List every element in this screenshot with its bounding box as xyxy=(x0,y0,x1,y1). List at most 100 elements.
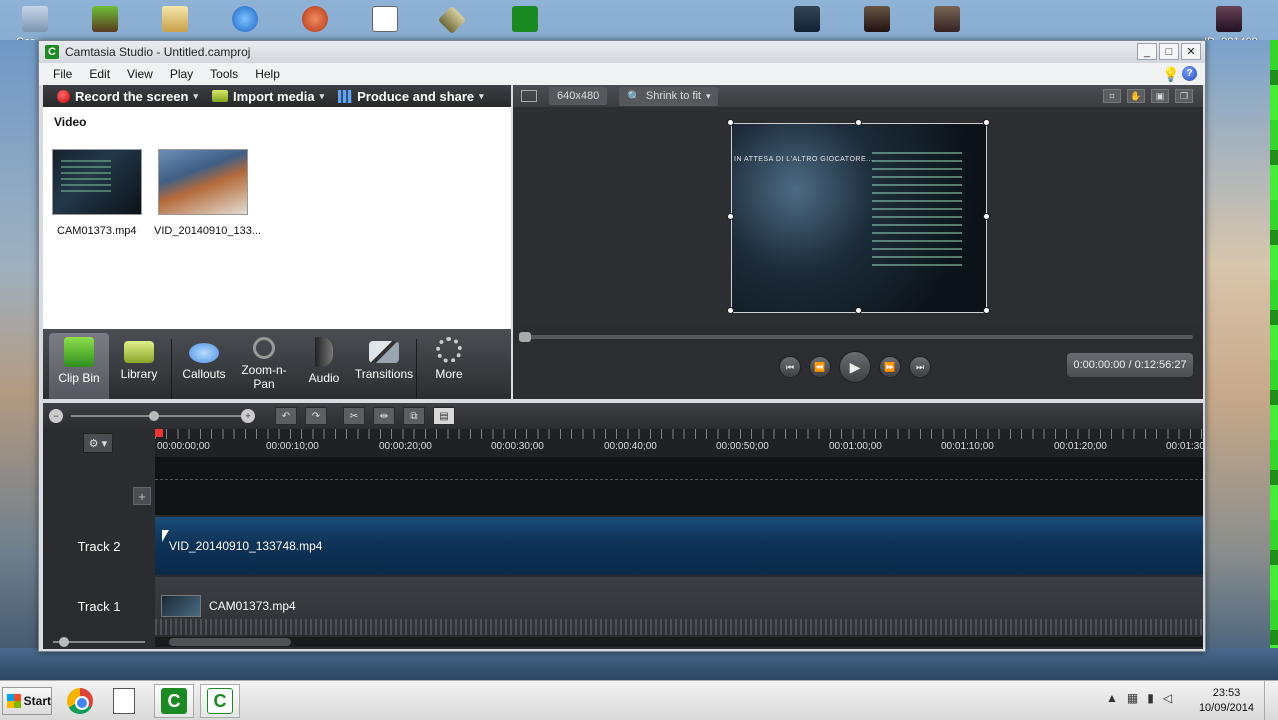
start-button[interactable]: Start xyxy=(2,687,52,715)
title-bar[interactable]: C Camtasia Studio - Untitled.camproj _ □… xyxy=(39,41,1205,63)
minimize-button[interactable]: _ xyxy=(1137,43,1157,60)
tab-more[interactable]: More xyxy=(419,333,479,399)
track-2[interactable]: VID_20140910_133748.mp4 xyxy=(155,517,1203,575)
video-file-icon-4[interactable] xyxy=(1216,6,1242,32)
video-file-icon-1[interactable] xyxy=(794,6,820,32)
lightbulb-icon[interactable]: 💡 xyxy=(1162,66,1179,82)
fullscreen-icon[interactable]: ▣ xyxy=(1151,89,1169,103)
tab-transitions[interactable]: Transitions xyxy=(354,333,414,399)
rewind-icon[interactable]: ⏪ xyxy=(809,356,831,378)
pan-hand-icon[interactable]: ✋ xyxy=(1127,89,1145,103)
preview-toolbar: 640x480 🔍 Shrink to fit ▾ ⌗ ✋ ▣ ❐ xyxy=(513,85,1203,107)
ie-icon[interactable] xyxy=(232,6,258,32)
produce-share-button[interactable]: Produce and share ▾ xyxy=(338,89,484,104)
menu-edit[interactable]: Edit xyxy=(89,67,110,81)
resize-handle-tr[interactable] xyxy=(983,119,990,126)
skip-end-icon[interactable]: ⏭ xyxy=(909,356,931,378)
tab-clip-bin[interactable]: Clip Bin xyxy=(49,333,109,399)
redo-icon[interactable]: ↷ xyxy=(305,407,327,425)
play-icon[interactable]: ▶ xyxy=(839,351,871,383)
preview-scrubber[interactable] xyxy=(519,332,1193,342)
gear-icon[interactable]: ⚙ ▾ xyxy=(83,433,113,453)
track-2-header[interactable]: Track 2 xyxy=(43,517,155,575)
fast-forward-icon[interactable]: ⏩ xyxy=(879,356,901,378)
undo-icon[interactable]: ↶ xyxy=(275,407,297,425)
maximize-button[interactable]: □ xyxy=(1159,43,1179,60)
app-icon[interactable] xyxy=(437,5,467,35)
time-display: 0:00:00:00 / 0:12:56:27 xyxy=(1067,353,1193,377)
taskbar-chrome[interactable] xyxy=(60,684,100,718)
tab-library[interactable]: Library xyxy=(109,333,169,399)
camtasia-desktop-icon[interactable] xyxy=(512,6,538,32)
minecraft-icon[interactable] xyxy=(92,6,118,32)
shrink-to-fit-dropdown[interactable]: 🔍 Shrink to fit ▾ xyxy=(619,86,719,106)
volume-icon[interactable]: ◁ xyxy=(1163,691,1172,705)
menu-help[interactable]: Help xyxy=(255,67,280,81)
track-1[interactable]: CAM01373.mp4 xyxy=(155,577,1203,635)
detach-icon[interactable]: ❐ xyxy=(1175,89,1193,103)
resize-handle-bc[interactable] xyxy=(855,307,862,314)
track-1-header[interactable]: Track 1 xyxy=(43,577,155,635)
document-icon[interactable] xyxy=(372,6,398,32)
tab-zoom-n-pan[interactable]: Zoom-n-Pan xyxy=(234,333,294,399)
resize-handle-tl[interactable] xyxy=(727,119,734,126)
add-track-button[interactable]: + xyxy=(133,487,151,505)
cut-icon[interactable]: ✂ xyxy=(343,407,365,425)
preview-panel: 640x480 🔍 Shrink to fit ▾ ⌗ ✋ ▣ ❐ IN ATT… xyxy=(513,85,1203,399)
menu-bar: File Edit View Play Tools Help 💡 ? xyxy=(39,63,1205,85)
signal-icon[interactable]: ▮ xyxy=(1147,691,1154,705)
menu-file[interactable]: File xyxy=(53,67,72,81)
clip-thumbnail-cam[interactable] xyxy=(52,149,142,215)
zoom-out-icon[interactable]: − xyxy=(49,409,63,423)
produce-label: Produce and share xyxy=(357,88,475,104)
skip-start-icon[interactable]: ⏮ xyxy=(779,356,801,378)
record-screen-button[interactable]: Record the screen ▾ xyxy=(57,89,198,104)
video-preview-frame[interactable]: IN ATTESA DI L'ALTRO GIOCATORE... xyxy=(731,123,987,313)
network-icon[interactable]: ▦ xyxy=(1127,691,1138,705)
taskbar-camtasia-1[interactable]: C xyxy=(154,684,194,718)
resize-handle-ml[interactable] xyxy=(727,213,734,220)
show-desktop-button[interactable] xyxy=(1264,681,1278,720)
tick-label: 00:00:00;00 xyxy=(157,441,210,452)
copy-icon[interactable]: ⧉ xyxy=(403,407,425,425)
menu-play[interactable]: Play xyxy=(170,67,193,81)
tray-expand-icon[interactable]: ▲ xyxy=(1106,691,1118,705)
chevron-down-icon: ▾ xyxy=(705,90,711,101)
preview-canvas[interactable]: IN ATTESA DI L'ALTRO GIOCATORE... xyxy=(513,107,1203,325)
zoom-slider-knob[interactable] xyxy=(149,411,159,421)
tab-callouts[interactable]: Callouts xyxy=(174,333,234,399)
paste-icon[interactable]: ▤ xyxy=(433,407,455,425)
scrubber-knob[interactable] xyxy=(519,332,531,342)
resize-handle-br[interactable] xyxy=(983,307,990,314)
video-file-icon-3[interactable] xyxy=(934,6,960,32)
split-icon[interactable]: ⇹ xyxy=(373,407,395,425)
recycle-bin-icon[interactable] xyxy=(22,6,48,32)
resize-handle-mr[interactable] xyxy=(983,213,990,220)
timeline-scrollbar-thumb[interactable] xyxy=(169,638,291,646)
import-media-button[interactable]: Import media ▾ xyxy=(211,89,324,104)
track-height-slider[interactable] xyxy=(43,637,155,647)
playhead[interactable] xyxy=(155,429,163,437)
crop-icon[interactable]: ⌗ xyxy=(1103,89,1121,103)
taskbar-document[interactable] xyxy=(104,684,144,718)
resize-canvas-icon[interactable] xyxy=(521,90,537,102)
tab-audio[interactable]: Audio xyxy=(294,333,354,399)
taskbar-clock[interactable]: 23:53 10/09/2014 xyxy=(1199,686,1254,716)
clip-thumbnail-vid[interactable] xyxy=(158,149,248,215)
library-icon[interactable] xyxy=(162,6,188,32)
close-button[interactable]: ✕ xyxy=(1181,43,1201,60)
help-icon[interactable]: ? xyxy=(1182,66,1197,81)
zoom-in-icon[interactable]: + xyxy=(241,409,255,423)
dimensions-dropdown[interactable]: 640x480 xyxy=(549,87,608,105)
time-ruler[interactable]: 00:00:00;00 00:00:10;00 00:00:20;00 00:0… xyxy=(155,429,1203,457)
resize-handle-tc[interactable] xyxy=(855,119,862,126)
video-file-icon-2[interactable] xyxy=(864,6,890,32)
tab-bar: Clip Bin Library Callouts Zoom-n-Pan Aud… xyxy=(43,329,511,399)
tab-label: Callouts xyxy=(182,367,226,381)
menu-view[interactable]: View xyxy=(127,67,153,81)
resize-handle-bl[interactable] xyxy=(727,307,734,314)
glove-icon[interactable] xyxy=(302,6,328,32)
taskbar-camtasia-2[interactable]: C xyxy=(200,684,240,718)
timeline-scrollbar[interactable] xyxy=(155,637,1203,647)
menu-tools[interactable]: Tools xyxy=(210,67,238,81)
